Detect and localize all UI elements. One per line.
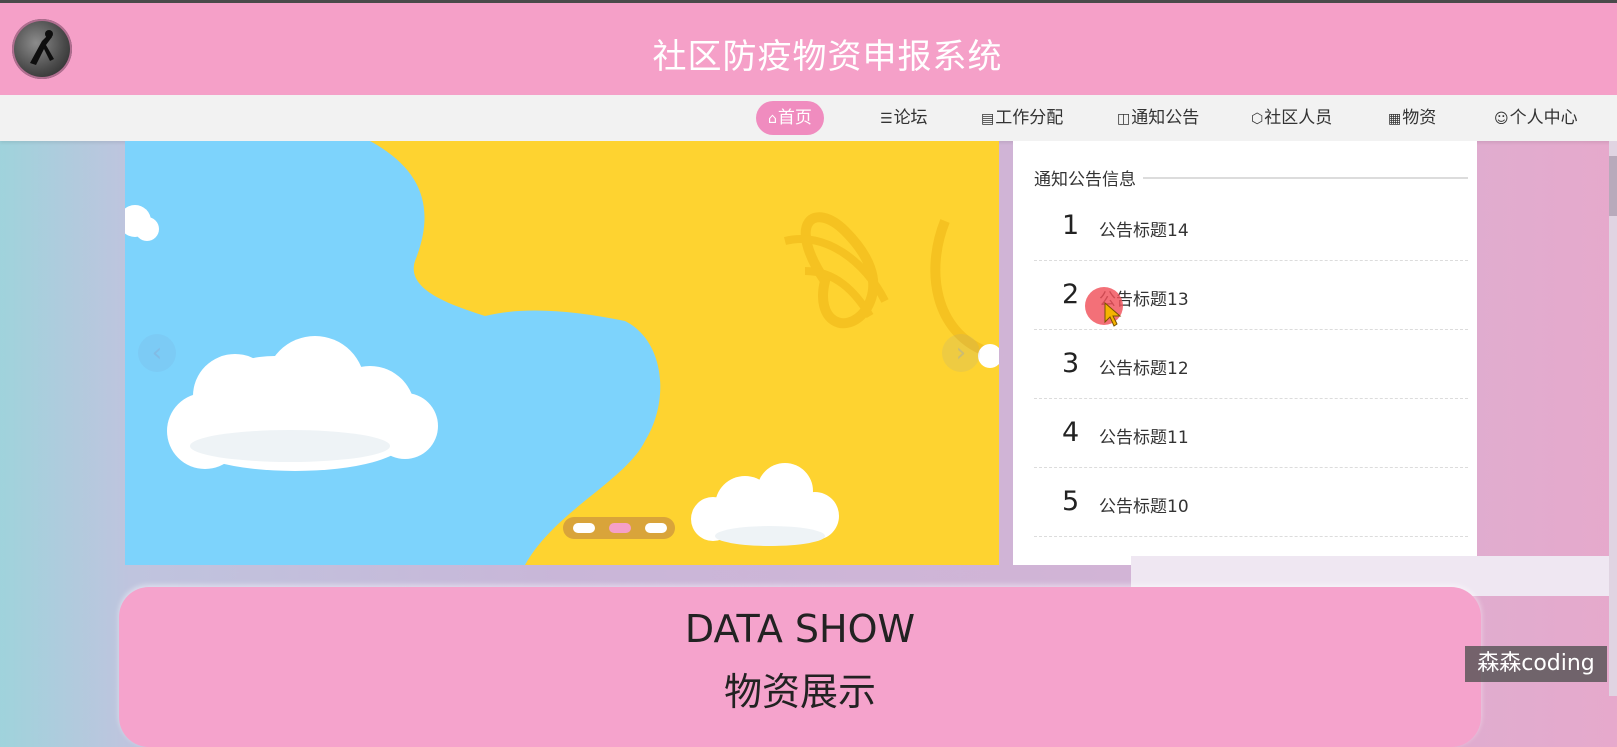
notice-title[interactable]: 公告标题12 — [1099, 354, 1189, 379]
notice-number: 4 — [1062, 417, 1080, 448]
notice-panel: 通知公告信息 1 公告标题14 2 公告标题13 3 公告标题12 4 公告标题… — [1013, 141, 1477, 565]
nav-item-forum[interactable]: ☰论坛 — [872, 101, 936, 135]
notice-item[interactable]: 3 公告标题12 — [1034, 330, 1468, 399]
layers-icon: ☰ — [880, 111, 893, 127]
section-title: DATA SHOW — [684, 607, 916, 651]
notice-title[interactable]: 公告标题11 — [1099, 423, 1189, 448]
carousel-dot[interactable] — [645, 523, 667, 533]
nav-item-label: 个人中心 — [1509, 108, 1578, 128]
notice-title[interactable]: 公告标题14 — [1099, 216, 1189, 241]
nav-item-home[interactable]: ⌂首页 — [756, 101, 824, 135]
section-subtitle: 物资展示 — [723, 670, 876, 714]
carousel-prev-button[interactable]: ‹ — [138, 334, 176, 372]
nav-item-label: 物资 — [1402, 108, 1437, 128]
divider — [1143, 177, 1468, 179]
calendar-icon: ▦ — [1388, 111, 1402, 127]
site-title: 社区防疫物资申报系统 — [652, 37, 1003, 77]
carousel-indicators — [563, 517, 675, 539]
notice-title[interactable]: 公告标题10 — [1099, 492, 1189, 517]
chevron-left-icon: ‹ — [151, 338, 163, 368]
notice-number: 2 — [1062, 279, 1080, 310]
nav-item-personal-center[interactable]: ☺个人中心 — [1486, 101, 1586, 135]
notice-item[interactable]: 4 公告标题11 — [1034, 399, 1468, 468]
user-icon: ☺ — [1494, 111, 1509, 127]
book-icon: ◫ — [1117, 111, 1131, 127]
chevron-right-icon: › — [955, 338, 967, 368]
scrollbar-thumb[interactable] — [1609, 156, 1617, 216]
nav-item-label: 首页 — [777, 108, 812, 128]
home-icon: ⌂ — [768, 111, 777, 127]
nav-item-label: 社区人员 — [1264, 108, 1333, 128]
notice-number: 3 — [1062, 348, 1080, 379]
watermark: 森森coding — [1465, 646, 1607, 682]
nav-item-label: 通知公告 — [1131, 108, 1200, 128]
carousel-next-button[interactable]: › — [942, 334, 980, 372]
nav-item-supplies[interactable]: ▦物资 — [1380, 101, 1444, 135]
cube-icon: ⬡ — [1251, 111, 1264, 127]
nav-item-community-staff[interactable]: ⬡社区人员 — [1243, 101, 1340, 135]
mouse-cursor-icon — [1104, 302, 1122, 327]
page-scrollbar[interactable] — [1609, 141, 1617, 696]
notice-number: 1 — [1062, 210, 1080, 241]
notice-number: 5 — [1062, 486, 1080, 517]
main-nav: ⌂首页 ☰论坛 ▤工作分配 ◫通知公告 ⬡社区人员 ▦物资 ☺个人中心 — [0, 95, 1617, 141]
nav-item-work-assignment[interactable]: ▤工作分配 — [973, 101, 1071, 135]
nav-item-notice[interactable]: ◫通知公告 — [1109, 101, 1207, 135]
data-show-section: DATA SHOW 物资展示 — [119, 587, 1481, 747]
site-header: 社区防疫物资申报系统 — [0, 3, 1617, 95]
nav-item-label: 工作分配 — [995, 108, 1064, 128]
banner-image — [125, 141, 999, 565]
notice-item[interactable]: 5 公告标题10 — [1034, 468, 1468, 537]
nav-item-label: 论坛 — [893, 108, 928, 128]
carousel-dot[interactable] — [573, 523, 595, 533]
carousel-dot-active[interactable] — [609, 523, 631, 533]
notice-item[interactable]: 1 公告标题14 — [1034, 192, 1468, 261]
notice-heading: 通知公告信息 — [1034, 170, 1136, 190]
banner-carousel[interactable]: ‹ › — [125, 141, 999, 565]
clipboard-icon: ▤ — [981, 111, 995, 127]
